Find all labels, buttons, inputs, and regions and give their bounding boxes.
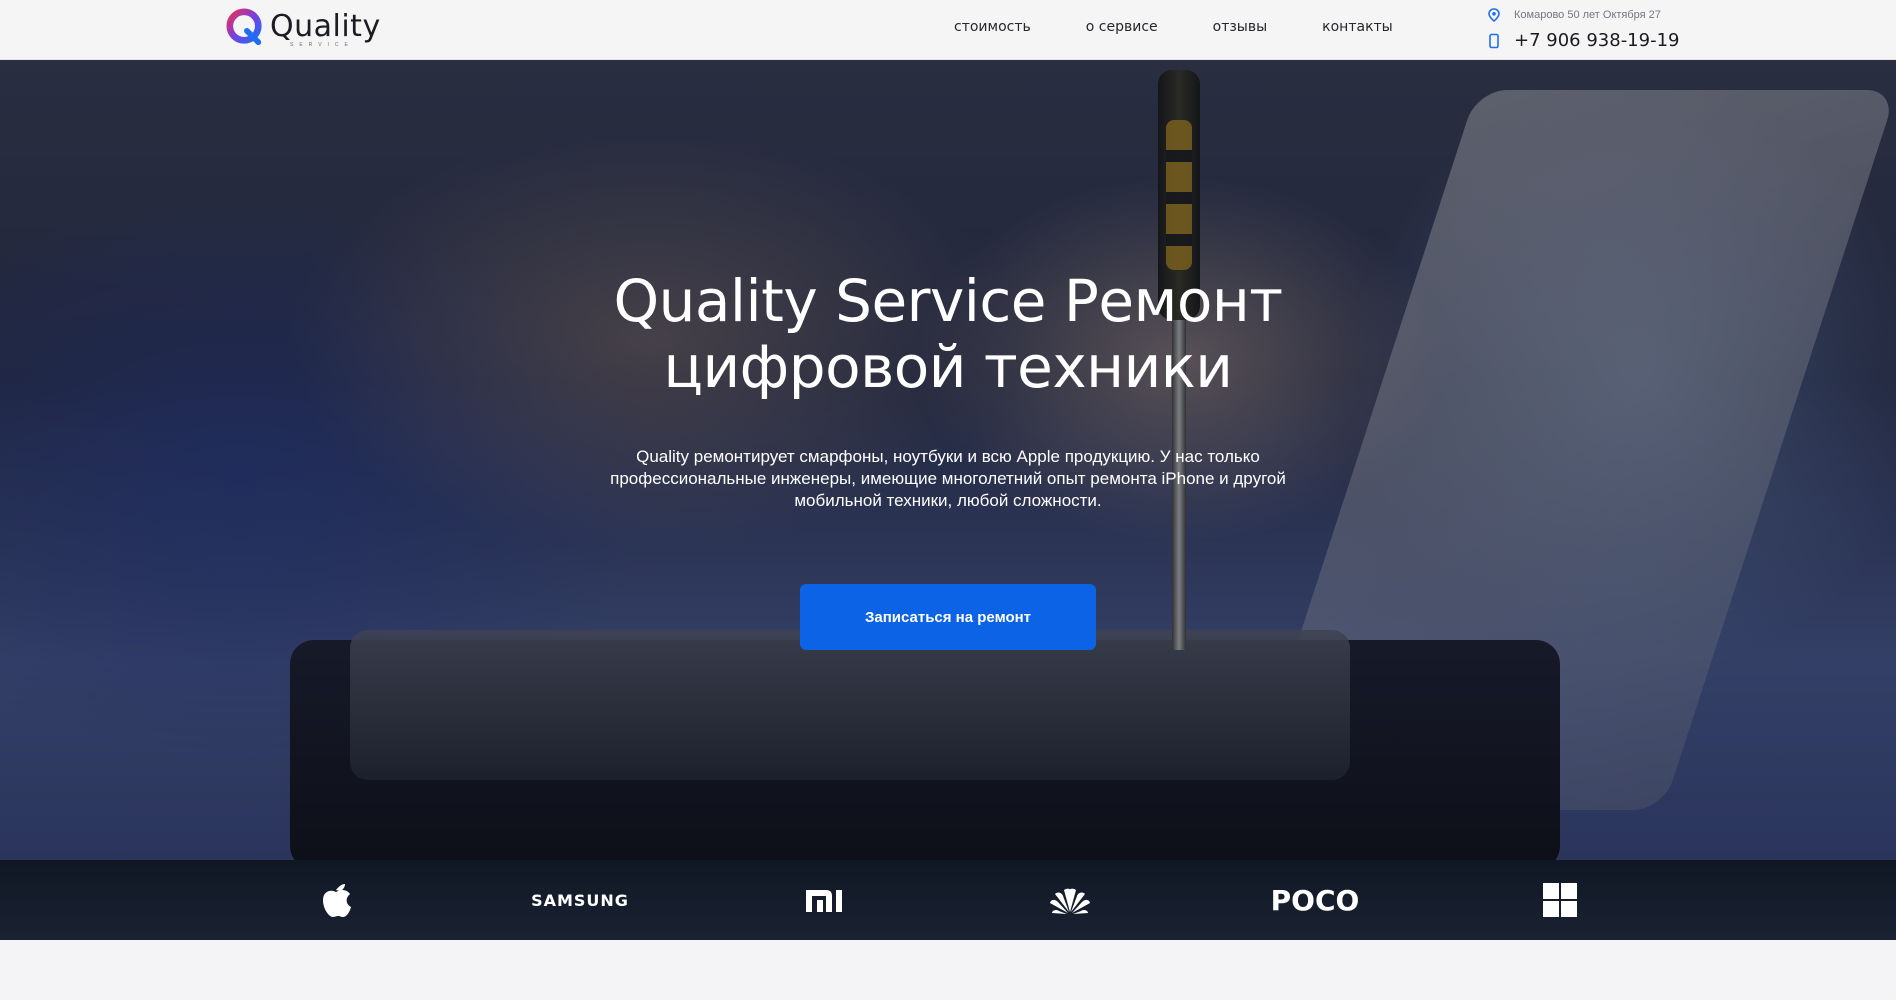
logo[interactable]: Quality SERVICE [226,8,381,48]
nav-link-about[interactable]: о сервисе [1086,19,1158,35]
address-row: Комарово 50 лет Октября 27 [1488,8,1680,22]
brand-huawei[interactable] [1030,860,1110,940]
brand-poco-label: POCO [1270,883,1360,917]
main-nav: стоимость о сервисе отзывы контакты [954,19,1393,35]
apple-icon [323,884,351,917]
book-repair-button[interactable]: Записаться на ремонт [800,584,1096,650]
address-text: Комарово 50 лет Октября 27 [1514,9,1661,21]
brand-samsung-label: SAMSUNG [531,890,629,910]
nav-link-reviews[interactable]: отзывы [1213,19,1268,35]
phone-row: +7 906 938-19-19 [1488,22,1680,51]
next-section [0,940,1896,1000]
phone-icon [1489,33,1499,48]
logo-subtitle: SERVICE [290,42,354,48]
brand-windows[interactable] [1520,860,1600,940]
nav-link-contacts[interactable]: контакты [1322,19,1393,35]
phone-link[interactable]: +7 906 938-19-19 [1514,30,1680,51]
hero-title-line2: цифровой техники [663,333,1234,401]
location-pin-icon [1488,8,1500,22]
windows-icon [1543,883,1577,917]
brand-samsung[interactable]: SAMSUNG [520,860,640,940]
logo-icon [226,8,262,46]
huawei-icon [1050,888,1090,914]
hero-description: Quality ремонтирует смарфоны, ноутбуки и… [610,447,1286,510]
contact-info: Комарово 50 лет Октября 27 +7 906 938-19… [1488,8,1680,51]
brand-poco[interactable]: POCO [1260,860,1370,940]
hero-title-line1: Quality Service Ремонт [613,267,1283,335]
brands-bar: SAMSUNG POCO [0,860,1896,940]
site-header: Quality SERVICE стоимость о сервисе отзы… [0,0,1896,60]
nav-link-price[interactable]: стоимость [954,19,1031,35]
brand-apple[interactable] [296,860,376,940]
logo-text: Quality [270,9,381,44]
xiaomi-icon [806,890,842,912]
brand-xiaomi[interactable] [784,860,864,940]
hero-title: Quality Service Ремонт цифровой техники [448,268,1448,400]
hero-section: Quality Service Ремонт цифровой техники … [0,60,1896,860]
